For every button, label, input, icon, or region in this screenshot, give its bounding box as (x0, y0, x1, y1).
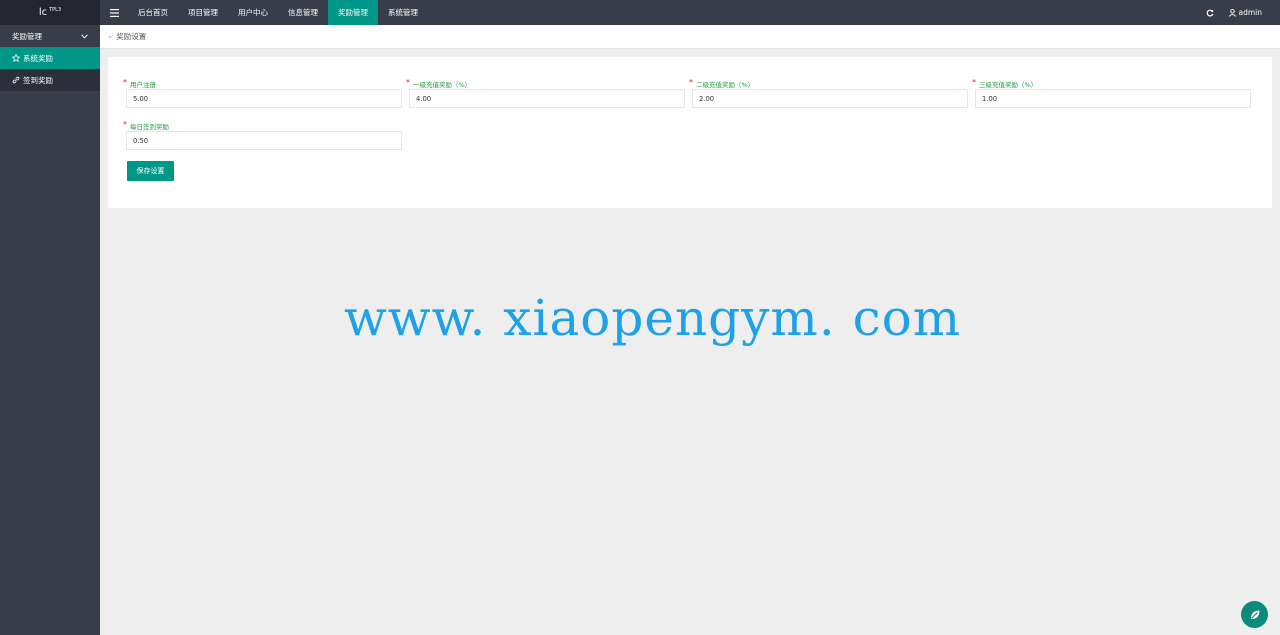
top-header: lc TPL3 后台首页 项目管理 用户中心 信息管理 奖励管理 系统管理 adm… (0, 0, 1280, 25)
required-mark: * (123, 119, 127, 129)
level2-reward-input[interactable]: 2.00 (692, 89, 968, 108)
sidebar-item-signin-rewards[interactable]: 签到奖励 (0, 69, 100, 91)
watermark-text: www. xiaopengym. com (344, 289, 962, 347)
refresh-icon[interactable] (1203, 0, 1217, 25)
level3-reward-input[interactable]: 1.00 (975, 89, 1251, 108)
breadcrumb: » 奖励设置 (100, 25, 1280, 49)
link-icon (12, 76, 20, 84)
required-mark: * (406, 77, 410, 87)
nav-item-info[interactable]: 信息管理 (278, 0, 328, 25)
breadcrumb-current: 奖励设置 (116, 32, 147, 41)
field-level1-reward: * 一级充值奖励（%） 4.00 (406, 77, 685, 108)
username: admin (1238, 8, 1263, 17)
sidebar-item-system-rewards[interactable]: 系统奖励 (0, 47, 100, 69)
logo-text: lc (38, 7, 48, 18)
sidebar-item-label: 系统奖励 (23, 53, 53, 63)
register-reward-input[interactable]: 5.00 (126, 89, 402, 108)
required-mark: * (689, 77, 693, 87)
required-mark: * (972, 77, 976, 87)
field-label: 三级充值奖励（%） (979, 81, 1038, 89)
field-register-reward: * 用户注册 5.00 (123, 77, 402, 108)
nav-item-rewards[interactable]: 奖励管理 (328, 0, 378, 25)
logo-version: TPL3 (49, 6, 62, 13)
nav-item-system[interactable]: 系统管理 (378, 0, 428, 25)
user-menu[interactable]: admin (1228, 8, 1263, 17)
star-icon (12, 54, 20, 62)
logo[interactable]: lc TPL3 (0, 0, 100, 25)
nav-item-projects[interactable]: 项目管理 (178, 0, 228, 25)
field-label: 二级充值奖励（%） (696, 81, 755, 89)
field-label: 用户注册 (130, 81, 156, 89)
field-daily-signin-reward: * 每日签到奖励 0.50 (123, 119, 402, 150)
reward-settings-card: * 用户注册 5.00 * 一级充值奖励（%） 4.00 * 二级充值奖励（%） 2.… (108, 57, 1272, 208)
nav-item-users[interactable]: 用户中心 (228, 0, 278, 25)
chevron-down-icon (81, 33, 88, 39)
nav-item-home[interactable]: 后台首页 (128, 0, 178, 25)
save-settings-button[interactable]: 保存设置 (127, 161, 174, 181)
sidebar: 奖励管理 系统奖励 签到奖励 (0, 25, 100, 635)
sidebar-item-label: 签到奖励 (23, 75, 53, 85)
top-nav: 后台首页 项目管理 用户中心 信息管理 奖励管理 系统管理 (128, 0, 428, 25)
field-level3-reward: * 三级充值奖励（%） 1.00 (972, 77, 1251, 108)
daily-signin-reward-input[interactable]: 0.50 (126, 131, 402, 150)
sidebar-group-label: 奖励管理 (12, 31, 42, 41)
hamburger-icon[interactable] (100, 0, 128, 25)
field-level2-reward: * 二级充值奖励（%） 2.00 (689, 77, 968, 108)
breadcrumb-separator: » (108, 32, 113, 41)
field-label: 每日签到奖励 (130, 123, 169, 131)
field-label: 一级充值奖励（%） (413, 81, 472, 89)
floating-action-button[interactable] (1241, 601, 1268, 628)
level1-reward-input[interactable]: 4.00 (409, 89, 685, 108)
leaf-icon (1250, 610, 1259, 619)
required-mark: * (123, 77, 127, 87)
sidebar-group-rewards[interactable]: 奖励管理 (0, 25, 100, 47)
user-icon (1228, 8, 1236, 17)
top-right-tools: admin (1203, 0, 1280, 25)
